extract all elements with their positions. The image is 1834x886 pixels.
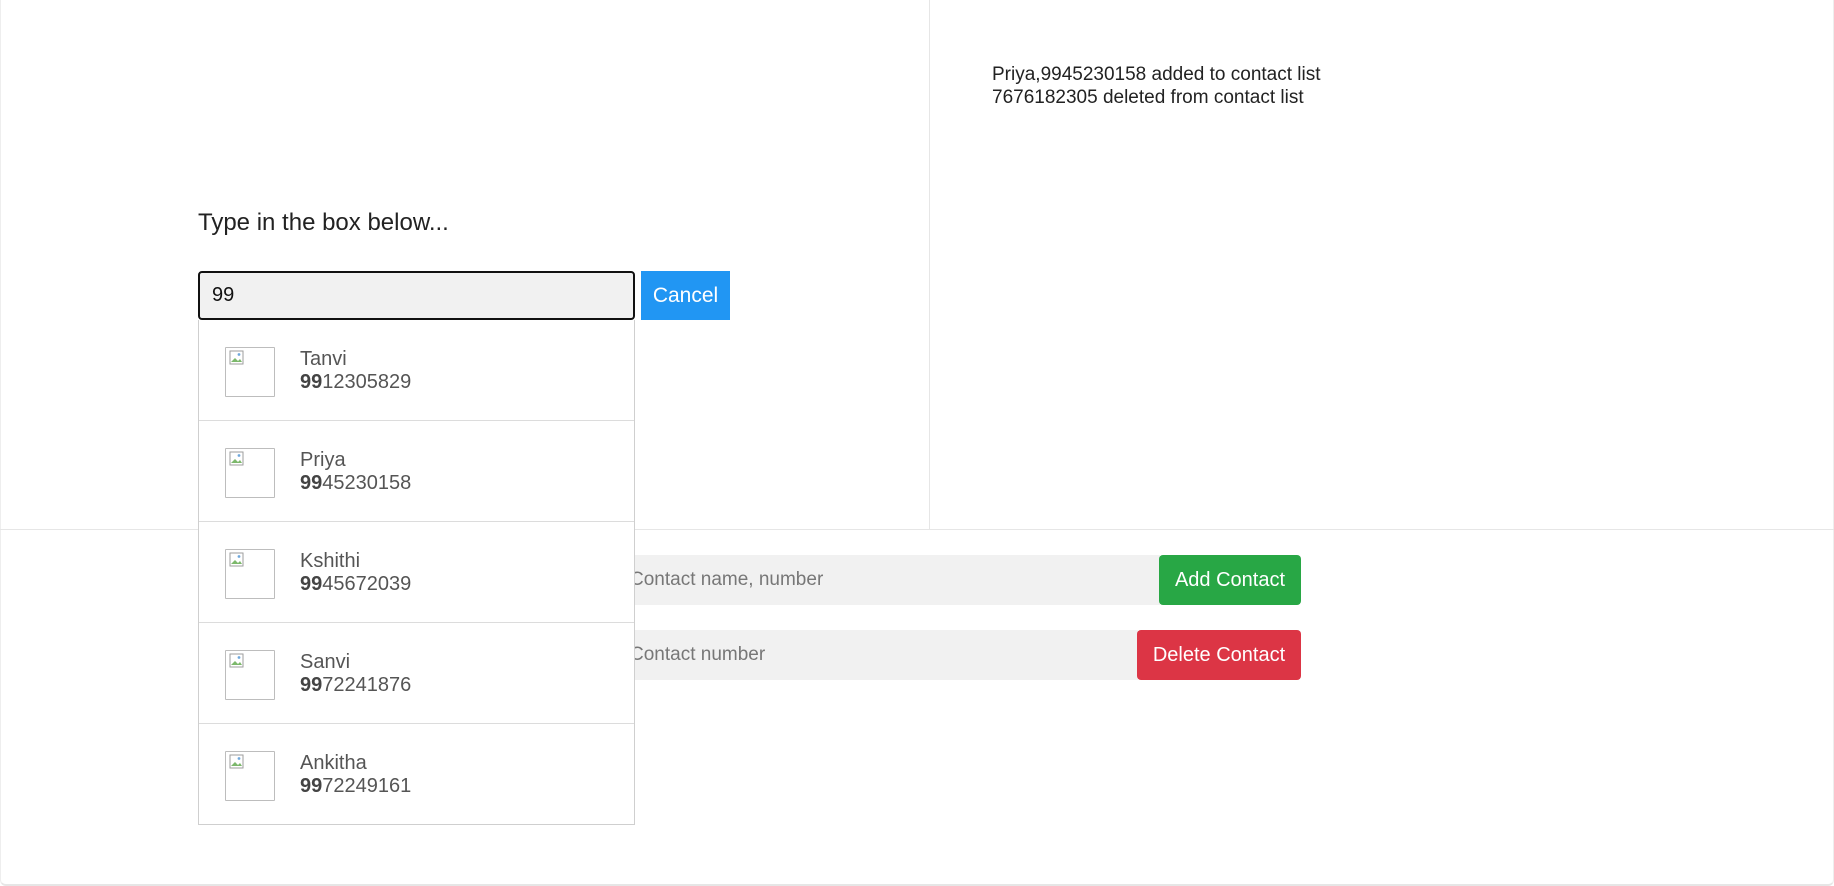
suggestion-number: 9972249161 (300, 775, 411, 798)
suggestion-name: Ankitha (300, 752, 367, 774)
suggestion-item[interactable]: Sanvi 9972241876 (199, 623, 634, 724)
number-rest: 45672039 (322, 573, 412, 595)
number-match: 99 (300, 775, 323, 797)
add-contact-button[interactable]: Add Contact (1159, 555, 1301, 605)
suggestion-name: Sanvi (300, 651, 351, 673)
suggestion-name: Tanvi (300, 348, 347, 370)
autocomplete-dropdown: Tanvi 9912305829 Priya 9945230158 Kshith… (198, 320, 635, 825)
broken-image-icon (225, 347, 275, 397)
number-match: 99 (300, 674, 323, 696)
panel-divider (929, 0, 930, 529)
broken-image-icon (225, 549, 275, 599)
broken-image-icon (225, 751, 275, 801)
suggestion-item[interactable]: Priya 9945230158 (199, 421, 634, 522)
number-match: 99 (300, 371, 323, 393)
number-match: 99 (300, 573, 323, 595)
number-match: 99 (300, 472, 323, 494)
cancel-button[interactable]: Cancel (641, 271, 730, 320)
suggestion-item[interactable]: Tanvi 9912305829 (199, 320, 634, 421)
suggestion-name: Priya (300, 449, 346, 471)
log-line: 7676182305 deleted from contact list (992, 87, 1304, 108)
suggestion-item[interactable]: Kshithi 9945672039 (199, 522, 634, 623)
suggestion-item[interactable]: Ankitha 9972249161 (199, 724, 634, 825)
activity-log: Priya,9945230158 added to contact list 7… (992, 63, 1321, 109)
suggestion-number: 9912305829 (300, 371, 411, 394)
add-contact-input[interactable] (620, 555, 1160, 605)
delete-contact-button[interactable]: Delete Contact (1137, 630, 1301, 680)
suggestion-number: 9972241876 (300, 674, 411, 697)
number-rest: 72241876 (322, 674, 412, 696)
suggestion-number: 9945672039 (300, 573, 411, 596)
delete-contact-input[interactable] (620, 630, 1138, 680)
suggestion-number: 9945230158 (300, 472, 411, 495)
search-prompt: Type in the box below... (198, 209, 449, 236)
number-rest: 45230158 (322, 472, 412, 494)
log-line: Priya,9945230158 added to contact list (992, 64, 1321, 85)
broken-image-icon (225, 448, 275, 498)
number-rest: 12305829 (322, 371, 412, 393)
search-input[interactable] (198, 271, 635, 320)
broken-image-icon (225, 650, 275, 700)
suggestion-name: Kshithi (300, 550, 361, 572)
number-rest: 72249161 (322, 775, 412, 797)
